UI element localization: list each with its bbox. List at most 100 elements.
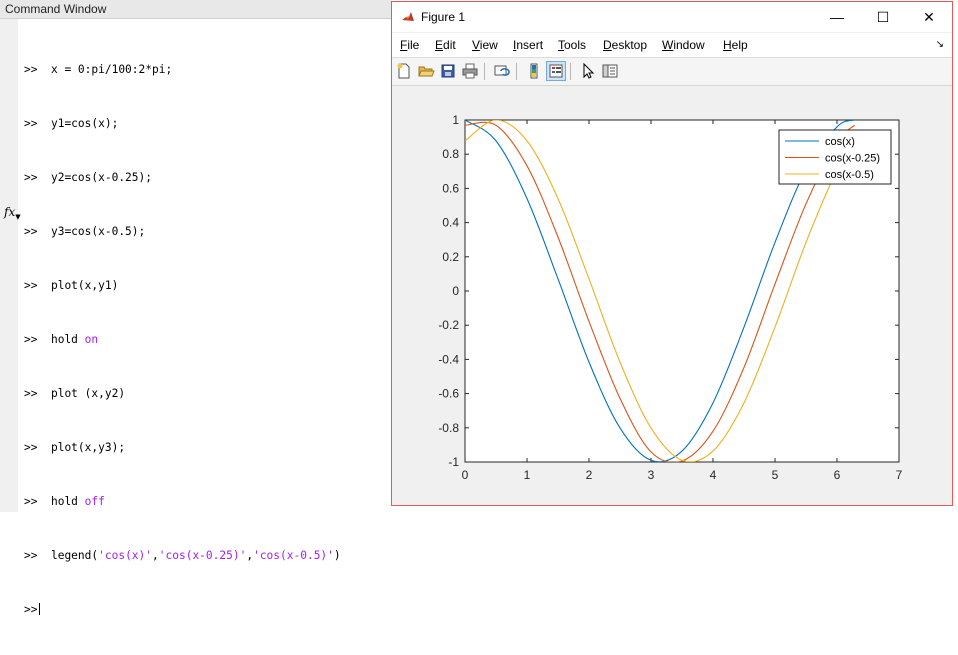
y-tick-label: -0.2 bbox=[438, 318, 459, 332]
menu-label: iew bbox=[479, 38, 498, 52]
menu-label: dit bbox=[443, 38, 456, 52]
close-button[interactable]: ✕ bbox=[906, 2, 952, 32]
toolbar-separator bbox=[516, 63, 517, 80]
menu-mnemonic: E bbox=[435, 38, 444, 52]
matlab-logo-icon bbox=[402, 12, 414, 21]
new-figure-icon[interactable] bbox=[395, 62, 413, 80]
command-line: >> plot (x,y2) bbox=[24, 385, 341, 403]
open-file-icon[interactable] bbox=[417, 62, 435, 80]
command-string: 'cos(x)' bbox=[98, 549, 153, 562]
figure-toolbar bbox=[392, 58, 952, 86]
y-tick-label: 0.2 bbox=[442, 250, 459, 264]
y-tick-label: -0.4 bbox=[438, 352, 459, 366]
x-tick-label: 7 bbox=[896, 468, 903, 482]
command-code: plot(x,y3); bbox=[50, 441, 126, 454]
link-plot-icon[interactable] bbox=[493, 62, 511, 80]
property-editor-icon[interactable] bbox=[601, 62, 619, 80]
prompt: >> bbox=[24, 279, 38, 292]
command-line: >> hold on bbox=[24, 331, 341, 349]
prompt: >> bbox=[24, 387, 38, 400]
toolbar-separator bbox=[484, 63, 485, 80]
prompt: >> bbox=[24, 333, 38, 346]
legend[interactable]: cos(x) cos(x-0.25) cos(x-0.5) bbox=[778, 129, 892, 185]
command-code: ) bbox=[333, 549, 341, 562]
figure-titlebar[interactable]: Figure 1 — ☐ ✕ bbox=[392, 2, 952, 32]
menu-file[interactable]: File bbox=[400, 38, 419, 52]
menu-label: ile bbox=[407, 38, 420, 52]
menu-view[interactable]: View bbox=[472, 38, 498, 52]
menu-help[interactable]: Help bbox=[723, 38, 748, 52]
x-tick-label: 6 bbox=[834, 468, 841, 482]
command-code: legend( bbox=[50, 549, 99, 562]
menu-tools[interactable]: Tools bbox=[558, 38, 586, 52]
menu-label: esktop bbox=[611, 38, 648, 52]
command-code: hold bbox=[50, 495, 85, 508]
text-cursor bbox=[39, 603, 41, 615]
y-tick-label: -0.8 bbox=[438, 421, 459, 435]
menu-label: nsert bbox=[516, 38, 544, 52]
menu-desktop[interactable]: Desktop bbox=[603, 38, 647, 52]
save-icon[interactable] bbox=[439, 62, 457, 80]
command-window[interactable]: >> x = 0:pi/100:2*pi; >> y1=cos(x); >> y… bbox=[0, 19, 392, 616]
menu-label: ools bbox=[564, 38, 587, 52]
legend-icon[interactable] bbox=[546, 61, 566, 81]
print-icon[interactable] bbox=[461, 62, 479, 80]
prompt: >> bbox=[24, 171, 38, 184]
x-tick-label: 5 bbox=[772, 468, 779, 482]
figure-window[interactable]: Figure 1 — ☐ ✕ File Edit View Insert Too… bbox=[391, 1, 953, 506]
command-keyword: off bbox=[84, 495, 105, 508]
legend-entry: cos(x-0.25) bbox=[825, 153, 880, 165]
colorbar-icon[interactable] bbox=[525, 62, 543, 80]
command-line: >> y1=cos(x); bbox=[24, 115, 341, 133]
command-input-line[interactable]: >> bbox=[24, 601, 341, 619]
command-line: >> y2=cos(x-0.25); bbox=[24, 169, 341, 187]
command-keyword: on bbox=[84, 333, 99, 346]
plot-area[interactable]: 0 1 2 3 4 5 6 7 -1 -0.8 -0.6 -0.4 -0.2 0 0.2 0.4 0.6 0.8 1… bbox=[392, 86, 952, 504]
minimize-button[interactable]: — bbox=[814, 2, 860, 32]
command-window-title: Command Window bbox=[5, 2, 107, 16]
legend-entry: cos(x-0.5) bbox=[825, 169, 874, 181]
function-browser-icon[interactable]: fx▼ bbox=[4, 205, 21, 221]
command-line: >> x = 0:pi/100:2*pi; bbox=[24, 61, 341, 79]
command-code: y2=cos(x-0.25); bbox=[50, 171, 153, 184]
command-code: , bbox=[246, 549, 254, 562]
x-tick-label: 0 bbox=[462, 468, 469, 482]
prompt: >> bbox=[24, 225, 38, 238]
command-window-gutter bbox=[0, 19, 18, 512]
pointer-icon[interactable] bbox=[579, 62, 597, 80]
command-code: y1=cos(x); bbox=[50, 117, 119, 130]
command-code: y3=cos(x-0.5); bbox=[50, 225, 146, 238]
command-line: >> legend('cos(x)','cos(x-0.25)','cos(x-… bbox=[24, 547, 341, 565]
x-tick-label: 1 bbox=[524, 468, 531, 482]
menu-label: indow bbox=[673, 38, 705, 52]
prompt: >> bbox=[24, 549, 38, 562]
y-tick-label: 0.6 bbox=[442, 181, 459, 195]
x-tick-label: 3 bbox=[648, 468, 655, 482]
prompt: >> bbox=[24, 117, 38, 130]
y-tick-label: 1 bbox=[452, 113, 459, 127]
close-icon: ✕ bbox=[923, 9, 935, 25]
command-code: plot (x,y2) bbox=[50, 387, 126, 400]
y-tick-label: 0 bbox=[452, 284, 459, 298]
dock-arrow-icon[interactable]: ↘ bbox=[936, 39, 944, 50]
maximize-button[interactable]: ☐ bbox=[860, 2, 906, 32]
menu-bar: File Edit View Insert Tools Desktop Wind… bbox=[392, 33, 952, 58]
command-line: >> plot(x,y1) bbox=[24, 277, 341, 295]
toolbar-separator bbox=[570, 63, 571, 80]
y-tick-label: -0.6 bbox=[438, 387, 459, 401]
command-line: >> y3=cos(x-0.5); bbox=[24, 223, 341, 241]
chevron-down-icon: ▼ bbox=[15, 213, 21, 221]
command-string: 'cos(x-0.5)' bbox=[253, 549, 334, 562]
legend-entry: cos(x) bbox=[825, 136, 855, 148]
x-tick-label: 4 bbox=[710, 468, 717, 482]
menu-mnemonic: H bbox=[723, 38, 732, 52]
maximize-icon: ☐ bbox=[876, 9, 890, 25]
menu-edit[interactable]: Edit bbox=[435, 38, 456, 52]
y-tick-label: 0.4 bbox=[442, 216, 459, 230]
menu-label: elp bbox=[731, 38, 748, 52]
menu-insert[interactable]: Insert bbox=[513, 38, 543, 52]
menu-window[interactable]: Window bbox=[662, 38, 705, 52]
command-string: 'cos(x-0.25)' bbox=[158, 549, 247, 562]
minimize-icon: — bbox=[830, 9, 844, 25]
x-tick-label: 2 bbox=[586, 468, 593, 482]
